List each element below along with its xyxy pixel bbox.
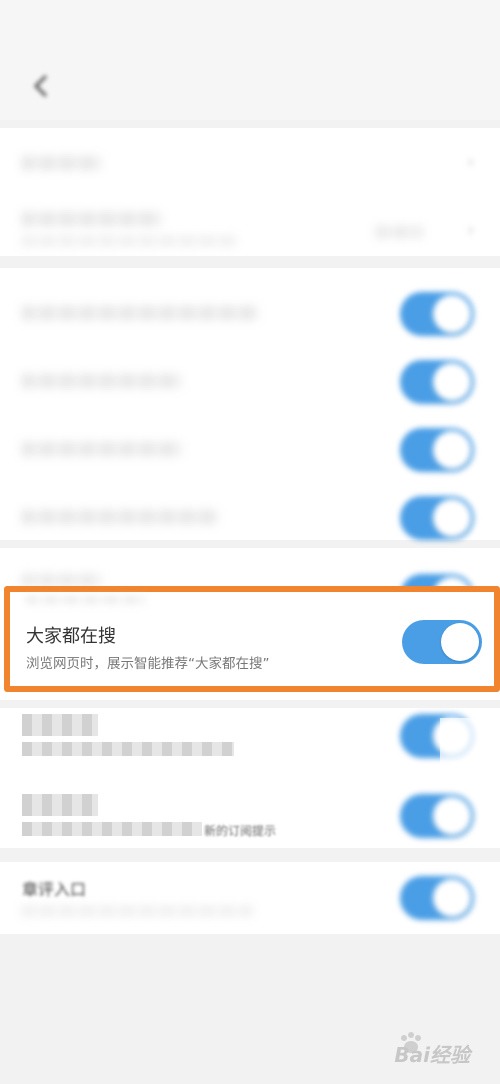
watermark-text: Bai经验 xyxy=(394,1043,470,1067)
blurred-prev-description xyxy=(26,596,146,604)
blurred-description xyxy=(22,236,237,246)
mosaic-label xyxy=(22,714,98,736)
blurred-label xyxy=(22,442,182,456)
highlight-top-spacer xyxy=(0,586,500,592)
blurred-label xyxy=(22,374,182,388)
smear xyxy=(440,718,480,764)
toggle-switch[interactable] xyxy=(400,360,474,404)
partial-description-text: 新的订阅提示 xyxy=(204,824,277,838)
settings-group-1: › › xyxy=(0,128,500,256)
toggle-row: 新的订阅提示 xyxy=(0,782,500,848)
toggle-row xyxy=(0,404,500,472)
blurred-label xyxy=(22,212,162,226)
toggle-row xyxy=(0,708,500,768)
toggle-row xyxy=(0,336,500,404)
setting-title-dajia-dou-zai-sou: 大家都在搜 xyxy=(26,626,116,647)
mosaic-description xyxy=(22,742,234,756)
toggle-knob xyxy=(441,623,479,661)
toggle-switch[interactable] xyxy=(400,876,474,920)
toggle-switch[interactable] xyxy=(400,496,474,540)
status-bar xyxy=(0,0,500,56)
blurred-label xyxy=(22,306,258,320)
setting-title-zhangping-rukou: 章评入口 xyxy=(22,880,87,899)
chevron-right-icon: › xyxy=(467,152,474,171)
settings-group-5: 章评入口 xyxy=(0,862,500,934)
dajia-dou-zai-sou-toggle[interactable] xyxy=(402,620,482,664)
chevron-right-icon: › xyxy=(467,220,474,239)
settings-group-2 xyxy=(0,268,500,540)
highlighted-setting-box: 大家都在搜 浏览网页时，展示智能推荐“大家都在搜” xyxy=(4,586,500,692)
toggle-row xyxy=(0,472,500,540)
toggle-switch[interactable] xyxy=(400,794,474,838)
blurred-label xyxy=(22,156,102,170)
mosaic-label xyxy=(22,794,98,816)
blurred-description xyxy=(22,906,252,916)
blurred-label xyxy=(22,510,218,524)
settings-group-4: 新的订阅提示 xyxy=(0,708,500,848)
settings-row[interactable]: › xyxy=(0,128,500,196)
mosaic-description xyxy=(22,822,202,836)
title-bar xyxy=(0,56,500,120)
settings-row[interactable]: › xyxy=(0,196,500,256)
toggle-switch[interactable] xyxy=(400,428,474,472)
toggle-switch[interactable] xyxy=(400,292,474,336)
blurred-value xyxy=(376,226,422,238)
blurred-label xyxy=(22,574,102,586)
toggle-row xyxy=(0,268,500,336)
setting-description: 浏览网页时，展示智能推荐“大家都在搜” xyxy=(26,656,270,672)
back-arrow-icon[interactable] xyxy=(26,66,56,106)
